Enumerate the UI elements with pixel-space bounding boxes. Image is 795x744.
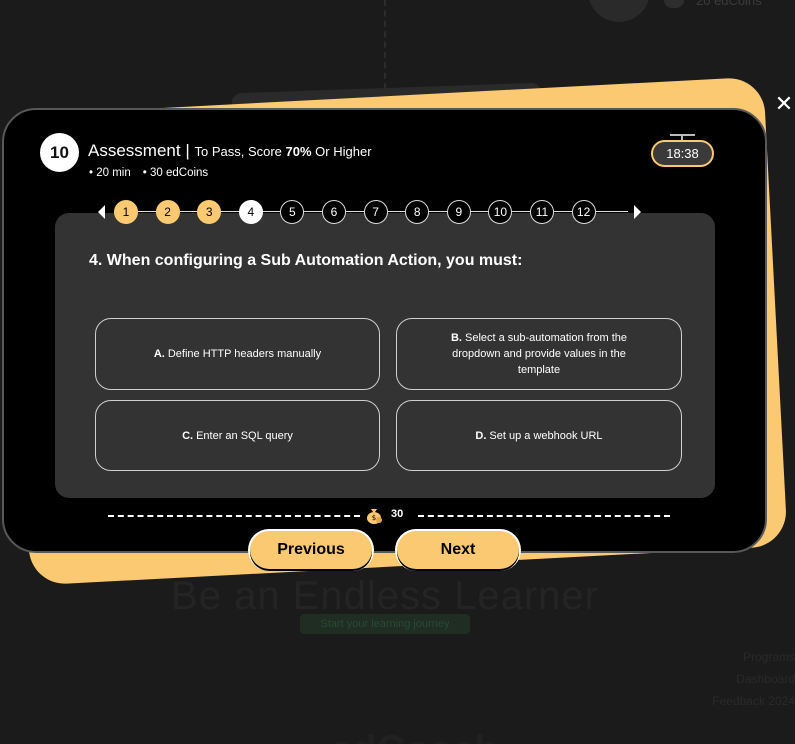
progress-dashes-left	[108, 515, 360, 517]
reward-amount: 30	[391, 508, 404, 520]
option-text: Define HTTP headers manually	[167, 348, 322, 360]
close-icon: ✕	[774, 91, 794, 116]
pass-requirement: To Pass, Score 70% Or Higher	[194, 144, 372, 159]
option-b[interactable]: B. Select a sub-automation from the dropd…	[396, 318, 682, 390]
avatar	[588, 0, 650, 22]
option-c[interactable]: C. Enter an SQL query	[95, 400, 380, 471]
arrow-left-icon[interactable]	[98, 205, 105, 219]
progress-dashes-right	[418, 515, 670, 517]
step-2[interactable]: 2	[155, 200, 180, 224]
assessment-meta: • 20 min • 30 edCoins	[89, 167, 208, 179]
option-d[interactable]: D. Set up a webhook URL	[396, 400, 682, 471]
close-button[interactable]: ✕	[772, 92, 795, 116]
footer-link: Dashboard	[736, 672, 795, 686]
assessment-title: Assessment	[88, 141, 181, 160]
coin-bag-icon: $	[367, 509, 382, 524]
title-separator: |	[185, 141, 190, 160]
meta-duration: • 20 min	[89, 167, 131, 179]
step-6[interactable]: 6	[322, 200, 346, 224]
option-letter: C.	[182, 429, 194, 442]
svg-text:$: $	[372, 514, 376, 522]
background-brand: edCoach	[330, 728, 499, 744]
step-11[interactable]: 11	[530, 200, 554, 224]
footer-link: Feedback 2024	[712, 694, 795, 708]
background-footer-links: Programs Dashboard Feedback 2024	[712, 646, 795, 712]
meta-coins: • 30 edCoins	[142, 167, 209, 179]
footer-link: Programs	[742, 650, 795, 664]
option-a[interactable]: A. Define HTTP headers manually	[95, 318, 380, 390]
previous-button[interactable]: Previous	[250, 531, 372, 569]
background-pill: Start your learning journey	[300, 614, 470, 634]
step-7[interactable]: 7	[363, 200, 388, 224]
arrow-right-icon[interactable]	[634, 205, 641, 219]
pass-score: 70%	[285, 144, 312, 159]
step-8[interactable]: 8	[405, 200, 430, 224]
step-12[interactable]: 12	[571, 200, 596, 224]
next-button[interactable]: Next	[397, 531, 519, 569]
question-text: 4. When configuring a Sub Automation Act…	[89, 252, 523, 269]
option-text: Enter an SQL query	[196, 429, 293, 442]
step-3[interactable]: 3	[197, 200, 222, 224]
step-1[interactable]: 1	[114, 200, 138, 224]
assessment-number-badge: 10	[40, 133, 79, 172]
coin-icon	[664, 0, 684, 8]
option-text: Set up a webhook URL	[489, 429, 603, 442]
option-letter: A.	[153, 348, 165, 360]
step-4[interactable]: 4	[238, 200, 263, 224]
assessment-title-row: Assessment | To Pass, Score 70% Or Highe…	[88, 141, 372, 161]
background-coins: 20 edCoins	[696, 0, 762, 8]
countdown-timer: 18:38	[651, 140, 714, 167]
option-text: Select a sub-automation from the dropdow…	[452, 332, 628, 376]
step-9[interactable]: 9	[446, 200, 471, 224]
option-letter: D.	[475, 429, 487, 442]
option-letter: B.	[450, 332, 462, 344]
